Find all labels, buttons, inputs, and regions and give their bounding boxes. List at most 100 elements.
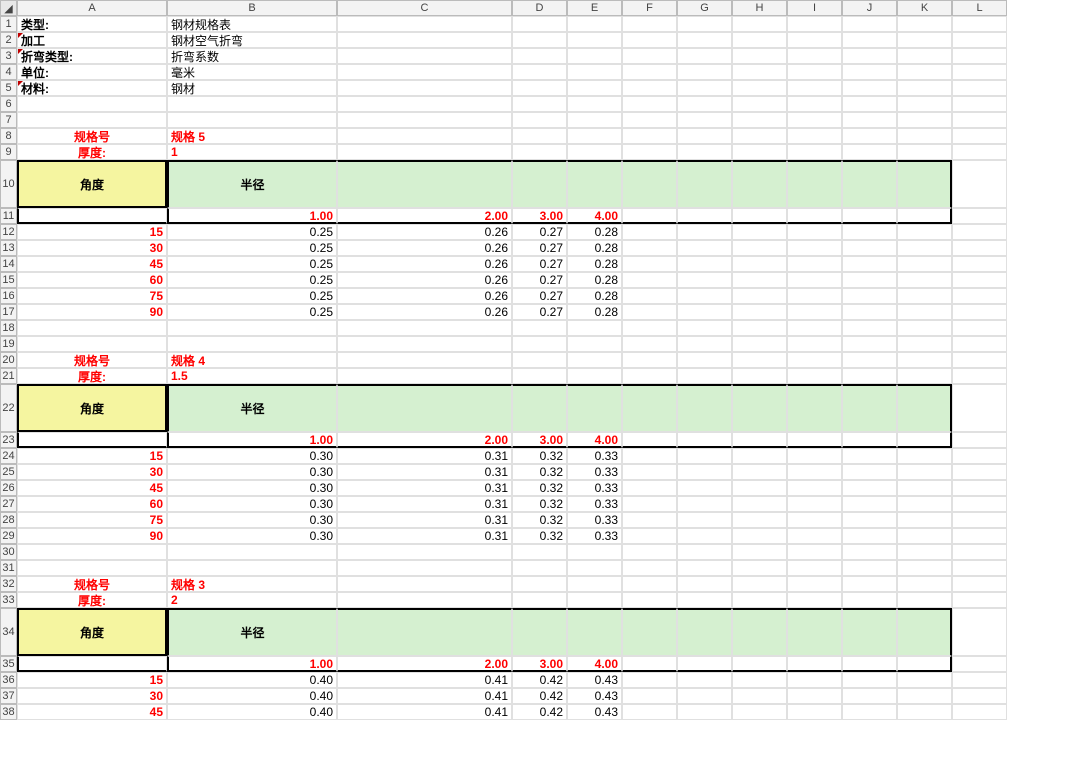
cell[interactable] (787, 112, 842, 128)
label-material[interactable]: 材料: (17, 80, 167, 96)
cell[interactable] (842, 480, 897, 496)
cell[interactable] (567, 560, 622, 576)
cell[interactable] (622, 320, 677, 336)
cell[interactable] (677, 448, 732, 464)
cell[interactable] (622, 144, 677, 160)
row-header-20[interactable]: 20 (0, 352, 17, 368)
cell[interactable] (17, 112, 167, 128)
cell[interactable] (337, 80, 512, 96)
cell[interactable] (337, 592, 512, 608)
cell[interactable] (952, 560, 1007, 576)
cell[interactable] (567, 112, 622, 128)
cell[interactable] (732, 528, 787, 544)
cell[interactable] (897, 384, 952, 432)
cell[interactable] (622, 384, 677, 432)
value-unit[interactable]: 毫米 (167, 64, 337, 80)
cell[interactable] (952, 528, 1007, 544)
cell[interactable] (787, 64, 842, 80)
label-type[interactable]: 类型: (17, 16, 167, 32)
cell[interactable] (787, 368, 842, 384)
data-value[interactable]: 0.27 (512, 224, 567, 240)
cell[interactable] (897, 608, 952, 656)
data-value[interactable]: 0.40 (167, 672, 337, 688)
cell[interactable] (567, 352, 622, 368)
cell[interactable] (17, 208, 167, 224)
data-value[interactable]: 0.32 (512, 496, 567, 512)
value-thickness[interactable]: 2 (167, 592, 337, 608)
data-value[interactable]: 0.26 (337, 304, 512, 320)
cell[interactable] (787, 448, 842, 464)
cell[interactable] (897, 48, 952, 64)
cell[interactable] (567, 160, 622, 208)
col-header-A[interactable]: A (17, 0, 167, 16)
cell[interactable] (677, 512, 732, 528)
label-angle[interactable]: 角度 (17, 160, 167, 208)
cell[interactable] (842, 48, 897, 64)
row-header-34[interactable]: 34 (0, 608, 17, 656)
data-value[interactable]: 0.27 (512, 288, 567, 304)
cell[interactable] (622, 560, 677, 576)
cell[interactable] (732, 688, 787, 704)
cell[interactable] (337, 128, 512, 144)
row-header-2[interactable]: 2 (0, 32, 17, 48)
cell[interactable] (842, 16, 897, 32)
cell[interactable] (17, 320, 167, 336)
radius-value[interactable]: 3.00 (512, 432, 567, 448)
data-value[interactable]: 0.42 (512, 672, 567, 688)
data-value[interactable]: 0.30 (167, 528, 337, 544)
cell[interactable] (167, 560, 337, 576)
cell[interactable] (732, 464, 787, 480)
col-header-L[interactable]: L (952, 0, 1007, 16)
cell[interactable] (952, 64, 1007, 80)
data-value[interactable]: 0.43 (567, 672, 622, 688)
data-value[interactable]: 0.26 (337, 288, 512, 304)
angle-value[interactable]: 75 (17, 288, 167, 304)
cell[interactable] (787, 576, 842, 592)
cell[interactable] (512, 16, 567, 32)
data-value[interactable]: 0.25 (167, 272, 337, 288)
cell[interactable] (567, 368, 622, 384)
cell[interactable] (897, 16, 952, 32)
cell[interactable] (512, 592, 567, 608)
cell[interactable] (512, 368, 567, 384)
cell[interactable] (337, 576, 512, 592)
row-header-19[interactable]: 19 (0, 336, 17, 352)
cell[interactable] (677, 288, 732, 304)
cell[interactable] (622, 528, 677, 544)
data-value[interactable]: 0.28 (567, 240, 622, 256)
cell[interactable] (677, 480, 732, 496)
cell[interactable] (677, 224, 732, 240)
angle-value[interactable]: 45 (17, 480, 167, 496)
cell[interactable] (677, 48, 732, 64)
cell[interactable] (787, 256, 842, 272)
data-value[interactable]: 0.31 (337, 512, 512, 528)
cell[interactable] (787, 464, 842, 480)
value-spec[interactable]: 规格 3 (167, 576, 337, 592)
cell[interactable] (842, 464, 897, 480)
angle-value[interactable]: 45 (17, 256, 167, 272)
cell[interactable] (952, 80, 1007, 96)
cell[interactable] (567, 80, 622, 96)
cell[interactable] (512, 96, 567, 112)
col-header-I[interactable]: I (787, 0, 842, 16)
data-value[interactable]: 0.26 (337, 272, 512, 288)
col-header-D[interactable]: D (512, 0, 567, 16)
cell[interactable] (842, 656, 897, 672)
cell[interactable] (787, 320, 842, 336)
cell[interactable] (787, 432, 842, 448)
cell[interactable] (897, 240, 952, 256)
cell[interactable] (787, 480, 842, 496)
cell[interactable] (897, 592, 952, 608)
cell[interactable] (952, 352, 1007, 368)
cell[interactable] (897, 368, 952, 384)
cell[interactable] (732, 112, 787, 128)
col-header-F[interactable]: F (622, 0, 677, 16)
label-radius[interactable]: 半径 (167, 160, 337, 208)
angle-value[interactable]: 60 (17, 272, 167, 288)
row-header-29[interactable]: 29 (0, 528, 17, 544)
cell[interactable] (897, 672, 952, 688)
cell[interactable] (677, 672, 732, 688)
cell[interactable] (897, 144, 952, 160)
label-thickness[interactable]: 厚度: (17, 144, 167, 160)
cell[interactable] (512, 352, 567, 368)
